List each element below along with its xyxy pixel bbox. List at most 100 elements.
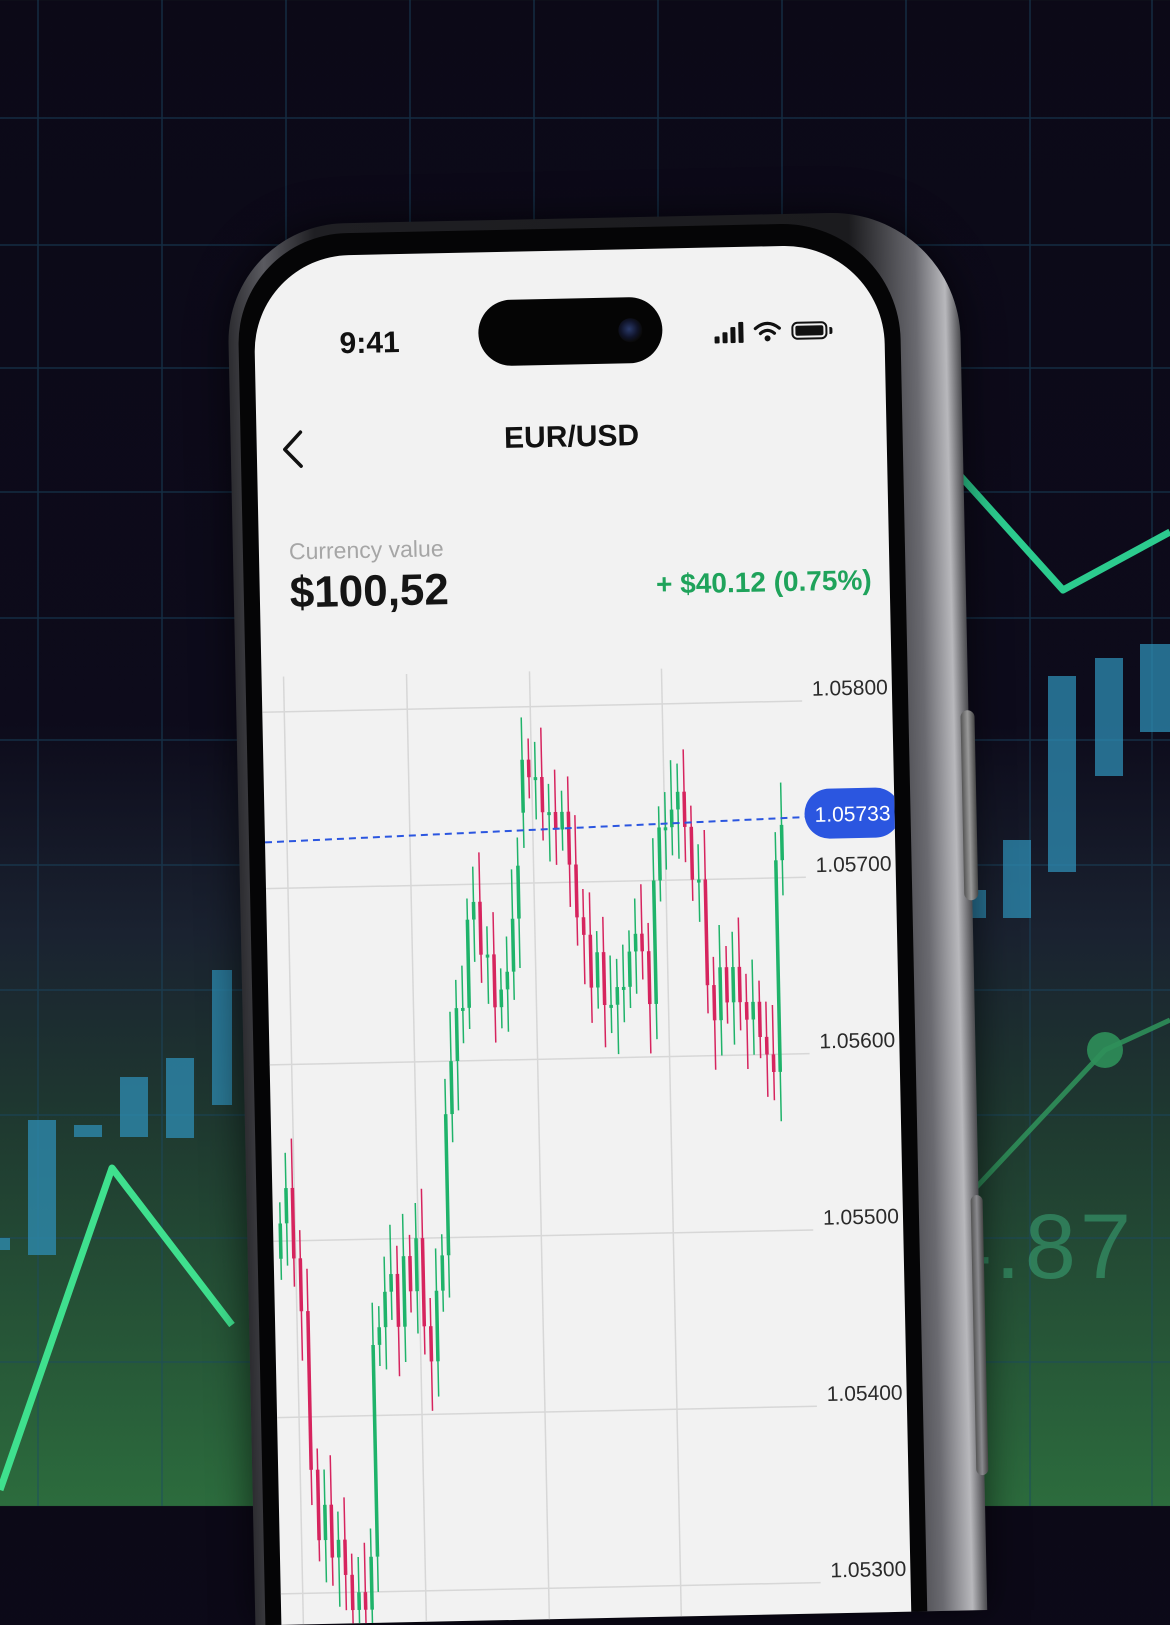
phone-bezel: 9:41 EUR/USD Currency value $100,52 + $4…	[236, 221, 928, 1625]
candle-body	[689, 826, 695, 880]
candle-body	[609, 1004, 613, 1008]
grid-line	[269, 1052, 810, 1066]
candle-body	[595, 952, 600, 988]
candle-body	[764, 1036, 769, 1055]
candle-body	[383, 1291, 388, 1328]
y-tick-label: 1.05500	[823, 1205, 899, 1230]
wifi-icon	[753, 321, 781, 342]
candle-body	[454, 1008, 460, 1062]
candle-wick	[547, 783, 551, 862]
currency-value-label: Currency value	[288, 535, 444, 565]
candle-body	[657, 827, 662, 881]
grid-line	[280, 1581, 821, 1595]
candle-body	[408, 1256, 413, 1292]
candle-body	[779, 824, 785, 861]
candle-body	[363, 1592, 368, 1610]
candle-body	[737, 966, 742, 1003]
candle-body	[553, 811, 558, 830]
candle-body	[621, 986, 626, 990]
candle-body	[471, 901, 476, 920]
candle-body	[492, 954, 497, 1008]
candle-body	[646, 951, 652, 1005]
candle-wick	[357, 1556, 361, 1625]
candle-body	[357, 1592, 362, 1610]
candle-body	[774, 860, 783, 1072]
candle-body	[329, 1504, 335, 1558]
candle-body	[757, 1001, 762, 1038]
candle-body	[278, 1223, 283, 1259]
price-chart[interactable]: 1.05800 1.05700 1.05600 1.05500 1.05400 1.053…	[261, 643, 911, 1625]
candle-body	[485, 954, 490, 958]
candle-body	[434, 1290, 440, 1362]
grid-line	[528, 671, 551, 1625]
page-title: EUR/USD	[503, 419, 640, 455]
candle-wick	[609, 955, 613, 1034]
candle-body	[751, 1001, 756, 1020]
currency-value: $100,52	[289, 565, 450, 618]
candle-body	[449, 1061, 454, 1115]
candle-wick	[486, 926, 490, 1004]
candle-body	[389, 1274, 394, 1292]
camera-icon	[618, 317, 643, 343]
candle-body	[697, 879, 701, 883]
battery-icon	[791, 321, 828, 340]
y-tick-label: 1.05300	[830, 1558, 906, 1583]
app-screen: 9:41 EUR/USD Currency value $100,52 + $4…	[252, 243, 912, 1625]
candle-body	[478, 901, 483, 955]
grid-line	[277, 1405, 817, 1419]
candle-body	[547, 812, 551, 816]
candle-body	[505, 971, 510, 990]
candle-body	[633, 933, 638, 952]
cellular-signal-icon	[714, 321, 744, 344]
candle-body	[744, 1001, 749, 1020]
candle-body	[336, 1539, 341, 1558]
candle-body	[712, 985, 717, 1021]
candle-body	[343, 1539, 348, 1575]
candle-wick	[621, 944, 626, 1023]
y-tick-label: 1.05400	[826, 1381, 902, 1406]
candle-body	[520, 759, 525, 813]
candle-body	[526, 759, 531, 778]
candle-body	[420, 1238, 427, 1327]
candle-body	[284, 1188, 289, 1224]
candle-body	[669, 809, 674, 828]
candle-body	[323, 1504, 328, 1541]
current-price-label: 1.05733	[814, 802, 890, 827]
candle-body	[369, 1556, 374, 1610]
candle-body	[682, 791, 687, 827]
candle-body	[640, 933, 645, 952]
candle-body	[395, 1273, 401, 1327]
y-tick-label: 1.05700	[815, 853, 891, 878]
candle-body	[615, 987, 620, 1005]
candle-body	[510, 918, 516, 972]
candle-wick	[615, 958, 620, 1055]
candle-body	[443, 1114, 451, 1256]
y-tick-label: 1.05800	[812, 676, 888, 701]
candle-body	[540, 776, 545, 813]
grid-line	[265, 876, 806, 890]
candle-wick	[363, 1542, 368, 1625]
candle-body	[440, 1255, 445, 1291]
candle-body	[560, 811, 565, 830]
candle-body	[601, 952, 607, 1006]
candle-body	[516, 865, 521, 919]
candle-body	[461, 1007, 465, 1012]
grid-line	[273, 1229, 814, 1243]
currency-change: + $40.12 (0.75%)	[655, 564, 872, 600]
candle-body	[675, 791, 680, 810]
candle-body	[703, 879, 710, 986]
grid-line	[262, 700, 803, 714]
candle-body	[581, 917, 586, 935]
dynamic-island	[477, 296, 664, 367]
candle-wick	[640, 884, 644, 980]
candle-body	[651, 880, 659, 1004]
status-icons	[714, 315, 833, 347]
background-line-right	[952, 467, 1170, 594]
status-time: 9:41	[339, 326, 400, 361]
y-tick-label: 1.05600	[819, 1029, 895, 1054]
candle-body	[724, 967, 729, 1003]
current-price-line	[264, 816, 805, 844]
candle-body	[718, 967, 723, 1021]
candle-body	[298, 1258, 304, 1312]
candle-body	[465, 919, 472, 1008]
